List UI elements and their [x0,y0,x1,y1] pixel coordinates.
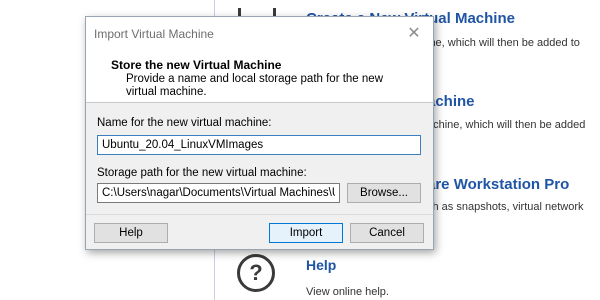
help-button[interactable]: Help [94,223,168,243]
help-description: View online help. [306,286,389,298]
connect-server-link[interactable]: are Workstation Pro [427,176,569,193]
dialog-titlebar: Import Virtual Machine ✕ [86,17,433,49]
vm-name-input[interactable] [97,135,421,155]
browse-button[interactable]: Browse... [347,183,421,203]
storage-path-label: Storage path for the new virtual machine… [97,167,307,179]
create-vm-description: ine, which will then be added to [427,37,580,49]
storage-path-input[interactable] [97,183,340,203]
connect-server-description: ch as snapshots, virtual network [427,201,584,213]
help-link[interactable]: Help [306,257,336,273]
dialog-title: Import Virtual Machine [94,27,214,41]
import-button[interactable]: Import [269,223,343,243]
vm-name-label: Name for the new virtual machine: [97,117,272,129]
cancel-button[interactable]: Cancel [350,223,424,243]
header-title: Store the new Virtual Machine [111,58,282,72]
help-question-icon: ? [237,254,275,292]
footer-separator [86,214,433,215]
dialog-header: Store the new Virtual Machine Provide a … [86,49,433,103]
open-vm-description: achine, which will then be added [427,119,586,131]
header-description: Provide a name and local storage path fo… [126,73,383,98]
import-vm-dialog: Import Virtual Machine ✕ Store the new V… [85,16,434,250]
open-vm-link[interactable]: achine [427,93,475,110]
close-icon[interactable]: ✕ [401,21,427,45]
